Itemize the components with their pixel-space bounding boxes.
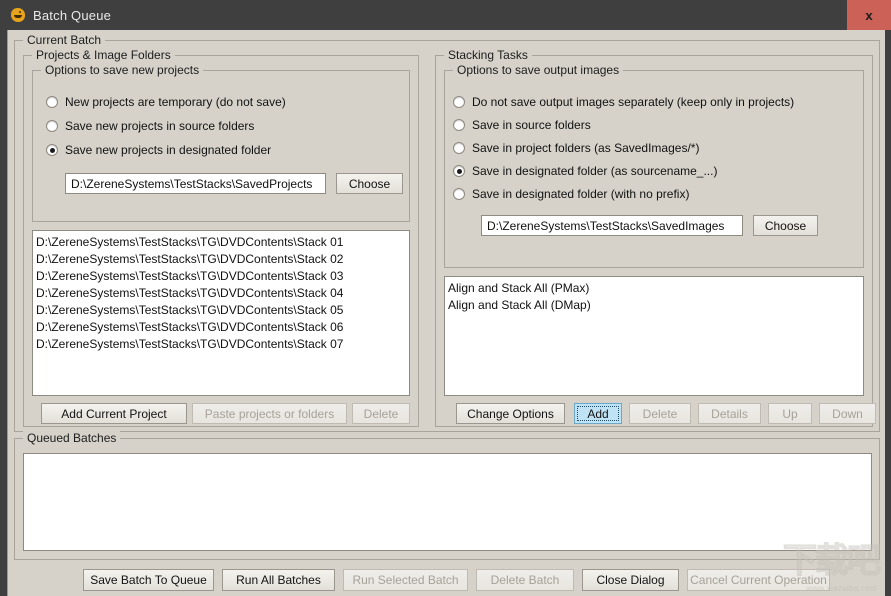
current-batch-group: Current Batch Projects & Image Folders O… [14,33,880,432]
batch-queue-window: Batch Queue x Current Batch Projects & I… [0,0,891,596]
projects-list[interactable]: D:\ZereneSystems\TestStacks\TG\DVDConten… [32,230,410,396]
task-details-button[interactable]: Details [698,403,761,424]
radio-projects-source-folders[interactable]: Save new projects in source folders [46,119,254,133]
paste-projects-or-folders-button[interactable]: Paste projects or folders [192,403,347,424]
save-batch-to-queue-button[interactable]: Save Batch To Queue [83,569,214,591]
window-title: Batch Queue [33,7,112,23]
stacking-tasks-group: Stacking Tasks Options to save output im… [435,48,876,427]
list-item[interactable]: D:\ZereneSystems\TestStacks\TG\DVDConten… [36,251,409,268]
output-choose-button[interactable]: Choose [753,215,818,236]
radio-indicator [453,188,465,200]
radio-indicator [453,165,465,177]
close-dialog-button[interactable]: Close Dialog [582,569,679,591]
radio-label: Save new projects in designated folder [65,143,272,157]
radio-label: Save in designated folder (as sourcename… [472,164,718,178]
app-icon [10,7,26,23]
delete-batch-button[interactable]: Delete Batch [476,569,574,591]
radio-projects-designated-folder[interactable]: Save new projects in designated folder [46,143,271,157]
save-output-images-options-title: Options to save output images [453,63,624,77]
radio-label: Save in project folders (as SavedImages/… [472,141,700,155]
title-bar: Batch Queue x [0,0,891,30]
queued-batches-group: Queued Batches [14,431,880,560]
current-batch-title: Current Batch [23,33,106,47]
radio-indicator [46,120,58,132]
projects-save-path-input[interactable]: D:\ZereneSystems\TestStacks\SavedProject… [65,173,326,194]
run-selected-batch-button[interactable]: Run Selected Batch [343,569,468,591]
radio-indicator [46,96,58,108]
add-task-label: Add [587,406,609,421]
radio-projects-temporary[interactable]: New projects are temporary (do not save) [46,95,286,109]
save-new-projects-options-title: Options to save new projects [41,63,204,77]
radio-indicator [46,144,58,156]
radio-label: Save in designated folder (with no prefi… [472,187,690,201]
delete-task-button[interactable]: Delete [629,403,691,424]
radio-label: New projects are temporary (do not save) [65,95,286,109]
projects-image-folders-group: Projects & Image Folders Options to save… [23,48,419,427]
radio-output-designated-no-prefix[interactable]: Save in designated folder (with no prefi… [453,187,689,201]
radio-output-designated-sourcename[interactable]: Save in designated folder (as sourcename… [453,164,717,178]
run-all-batches-button[interactable]: Run All Batches [222,569,335,591]
output-save-path-input[interactable]: D:\ZereneSystems\TestStacks\SavedImages [481,215,743,236]
radio-output-do-not-save[interactable]: Do not save output images separately (ke… [453,95,794,109]
list-item[interactable]: D:\ZereneSystems\TestStacks\TG\DVDConten… [36,319,409,336]
save-new-projects-options-group: Options to save new projects New project… [32,63,410,222]
radio-label: Do not save output images separately (ke… [472,95,795,109]
list-item[interactable]: D:\ZereneSystems\TestStacks\TG\DVDConten… [36,285,409,302]
dialog-client-area: Current Batch Projects & Image Folders O… [7,30,885,596]
list-item[interactable]: D:\ZereneSystems\TestStacks\TG\DVDConten… [36,268,409,285]
close-icon[interactable]: x [847,0,891,30]
radio-label: Save new projects in source folders [65,119,255,133]
save-output-images-options-group: Options to save output images Do not sav… [444,63,864,268]
radio-indicator [453,96,465,108]
list-item[interactable]: D:\ZereneSystems\TestStacks\TG\DVDConten… [36,336,409,353]
radio-indicator [453,142,465,154]
projects-choose-button[interactable]: Choose [336,173,403,194]
move-task-up-button[interactable]: Up [768,403,812,424]
radio-indicator [453,119,465,131]
radio-output-source-folders[interactable]: Save in source folders [453,118,591,132]
queued-batches-list[interactable] [23,453,872,551]
list-item[interactable]: D:\ZereneSystems\TestStacks\TG\DVDConten… [36,234,409,251]
list-item[interactable]: Align and Stack All (PMax) [448,280,863,297]
projects-group-title: Projects & Image Folders [32,48,175,62]
add-task-button[interactable]: Add [574,403,622,424]
delete-project-button[interactable]: Delete [352,403,410,424]
stacking-tasks-list[interactable]: Align and Stack All (PMax) Align and Sta… [444,276,864,396]
move-task-down-button[interactable]: Down [819,403,876,424]
queued-batches-title: Queued Batches [23,431,121,445]
radio-output-project-folders[interactable]: Save in project folders (as SavedImages/… [453,141,699,155]
stacking-group-title: Stacking Tasks [444,48,532,62]
list-item[interactable]: Align and Stack All (DMap) [448,297,863,314]
radio-label: Save in source folders [472,118,591,132]
list-item[interactable]: D:\ZereneSystems\TestStacks\TG\DVDConten… [36,302,409,319]
cancel-current-operation-button[interactable]: Cancel Current Operation [687,569,830,591]
change-options-button[interactable]: Change Options [456,403,565,424]
add-current-project-button[interactable]: Add Current Project [41,403,187,424]
